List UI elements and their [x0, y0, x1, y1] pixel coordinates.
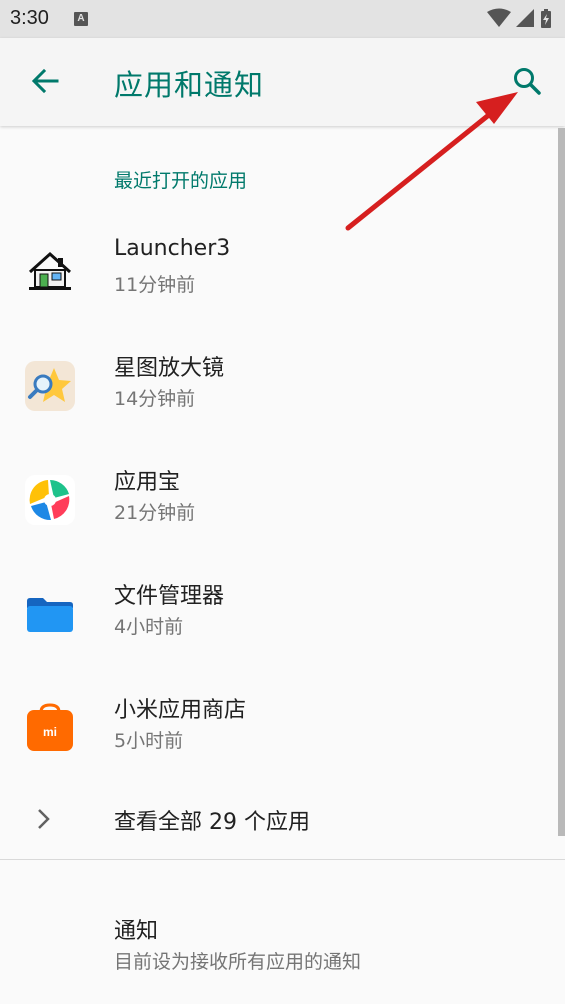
- app-name: 星图放大镜: [114, 356, 225, 381]
- scrollbar[interactable]: [558, 128, 565, 836]
- app-name: 应用宝: [114, 470, 181, 495]
- notification-badge-icon: A: [74, 12, 88, 26]
- app-name: 文件管理器: [114, 584, 225, 609]
- arrow-back-icon: [31, 68, 59, 94]
- app-last-used: 21分钟前: [114, 502, 196, 524]
- list-item-app-store[interactable]: 应用宝 21分钟前: [0, 464, 556, 564]
- status-time: 3:30: [10, 7, 49, 29]
- app-last-used: 4小时前: [114, 616, 184, 638]
- app-last-used: 14分钟前: [114, 388, 196, 410]
- notifications-item[interactable]: 通知 目前设为接收所有应用的通知: [0, 905, 565, 985]
- page-title: 应用和通知: [114, 68, 265, 102]
- notifications-title: 通知: [114, 919, 159, 944]
- annotation-arrow-icon: [345, 92, 518, 231]
- section-header-recent-apps: 最近打开的应用: [114, 170, 248, 192]
- signal-icon: [516, 9, 534, 27]
- app-store-icon: [25, 475, 75, 525]
- folder-icon: [27, 598, 73, 632]
- battery-icon: [541, 9, 551, 28]
- svg-text:mi: mi: [43, 725, 57, 739]
- app-last-used: 5小时前: [114, 730, 184, 752]
- see-all-apps-button[interactable]: 查看全部 29 个应用: [0, 790, 556, 850]
- app-last-used: 11分钟前: [114, 274, 196, 296]
- chevron-right-icon: [38, 809, 50, 829]
- back-button[interactable]: [22, 58, 68, 104]
- divider: [0, 859, 565, 860]
- house-icon: [28, 251, 72, 290]
- list-item-mi-store[interactable]: mi 小米应用商店 5小时前: [0, 692, 556, 792]
- list-item-launcher3[interactable]: Launcher3 11分钟前: [0, 236, 556, 336]
- app-name: 小米应用商店: [114, 698, 247, 723]
- star-magnifier-icon: [25, 361, 75, 411]
- status-bar: 3:30 A: [0, 0, 565, 38]
- mi-store-icon: mi: [27, 703, 73, 751]
- app-name: Launcher3: [114, 236, 231, 261]
- list-item-star-magnifier[interactable]: 星图放大镜 14分钟前: [0, 350, 556, 450]
- list-item-file-manager[interactable]: 文件管理器 4小时前: [0, 578, 556, 678]
- status-icons: [487, 8, 551, 28]
- wifi-icon: [487, 8, 511, 27]
- notifications-summary: 目前设为接收所有应用的通知: [114, 951, 362, 973]
- see-all-apps-label: 查看全部 29 个应用: [114, 810, 310, 835]
